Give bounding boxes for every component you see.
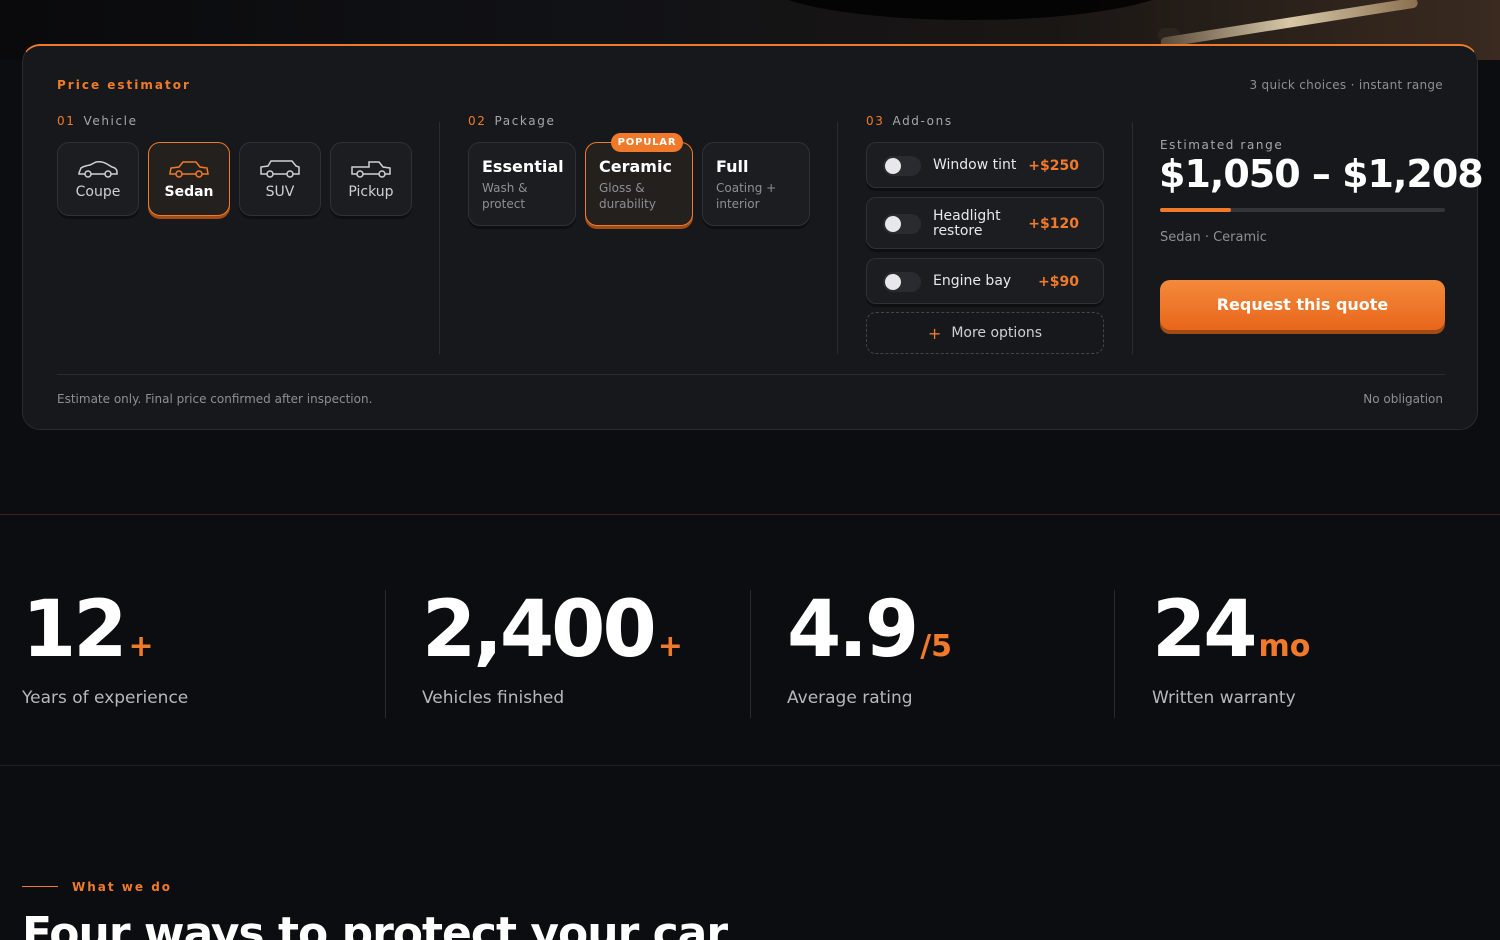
stat-divider bbox=[1114, 590, 1115, 718]
no-obligation-note: No obligation bbox=[1363, 392, 1443, 406]
stat-value: 2,400 bbox=[422, 585, 657, 675]
addon-toggle[interactable] bbox=[883, 156, 921, 176]
stats-bottom-border bbox=[0, 765, 1500, 766]
stats-top-border bbox=[0, 514, 1500, 515]
stat-label: Written warranty bbox=[1152, 688, 1296, 708]
more-options-label: More options bbox=[951, 325, 1043, 341]
package-name: Essential bbox=[482, 157, 564, 176]
plus-icon: + bbox=[927, 323, 942, 343]
addon-price: +$250 bbox=[1028, 158, 1079, 174]
package-description: Wash & protect bbox=[482, 181, 528, 211]
range-indicator bbox=[1160, 208, 1445, 212]
vehicle-option-sedan[interactable]: Sedan bbox=[148, 142, 230, 216]
package-name: Full bbox=[716, 157, 749, 176]
package-description: Gloss & durability bbox=[599, 181, 656, 211]
estimator-hint: 3 quick choices · instant range bbox=[1249, 78, 1443, 92]
vehicle-section-title: Vehicle bbox=[83, 114, 138, 128]
addons-section-label: 03 Add-ons bbox=[866, 114, 953, 128]
package-option-essential[interactable]: Essential Wash & protect bbox=[468, 142, 576, 226]
addon-price: +$90 bbox=[1038, 274, 1079, 290]
what-we-do-label: What we do bbox=[72, 880, 173, 894]
vehicle-option-label: Sedan bbox=[164, 184, 214, 200]
stat-vehicles-finished: 2,400 + Vehicles finished bbox=[422, 588, 683, 708]
selection-summary: Sedan · Ceramic bbox=[1160, 230, 1267, 245]
addon-toggle[interactable] bbox=[883, 214, 921, 234]
package-section-title: Package bbox=[494, 114, 556, 128]
stat-value: 12 bbox=[22, 585, 128, 675]
suv-icon bbox=[260, 160, 300, 178]
package-description: Coating + interior bbox=[716, 181, 777, 211]
stat-value: 4.9 bbox=[787, 585, 919, 675]
vehicle-option-label: SUV bbox=[265, 184, 295, 200]
addon-name: Engine bay bbox=[933, 273, 1012, 289]
stat-years-experience: 12 + Years of experience bbox=[22, 588, 188, 708]
estimate-disclaimer: Estimate only. Final price confirmed aft… bbox=[57, 392, 373, 406]
footer-divider bbox=[57, 374, 1445, 375]
stat-suffix: /5 bbox=[920, 629, 953, 664]
addon-name: Headlight restore bbox=[933, 208, 1001, 239]
package-section-label: 02 Package bbox=[468, 114, 555, 128]
addons-section-number: 03 bbox=[866, 114, 885, 128]
section-eyebrow-line bbox=[22, 886, 58, 887]
vehicle-option-label: Pickup bbox=[348, 184, 394, 200]
addon-headlight-restore[interactable]: Headlight restore +$120 bbox=[866, 197, 1104, 249]
stat-suffix: + bbox=[657, 629, 683, 664]
vehicle-option-label: Coupe bbox=[75, 184, 121, 200]
package-name: Ceramic bbox=[599, 157, 672, 176]
package-option-full[interactable]: Full Coating + interior bbox=[702, 142, 810, 226]
section-divider bbox=[439, 122, 440, 354]
section-divider bbox=[1132, 122, 1133, 354]
vehicle-section-number: 01 bbox=[57, 114, 76, 128]
package-section-number: 02 bbox=[468, 114, 487, 128]
stat-suffix: + bbox=[128, 629, 154, 664]
stat-label: Years of experience bbox=[22, 688, 189, 708]
addon-engine-bay[interactable]: Engine bay +$90 bbox=[866, 258, 1104, 304]
sedan-icon bbox=[169, 161, 209, 178]
vehicle-option-suv[interactable]: SUV bbox=[239, 142, 321, 216]
stat-label: Vehicles finished bbox=[422, 688, 565, 708]
stat-divider bbox=[385, 590, 386, 718]
stat-value: 24 bbox=[1152, 585, 1258, 675]
stat-divider bbox=[750, 590, 751, 718]
what-we-do-title: Four ways to protect your car bbox=[22, 908, 728, 940]
vehicle-option-coupe[interactable]: Coupe bbox=[57, 142, 139, 216]
stat-average-rating: 4.9/5 Average rating bbox=[787, 588, 952, 708]
addon-name: Window tint bbox=[933, 157, 1017, 173]
estimated-range-value: $1,050 – $1,208 bbox=[1159, 152, 1484, 196]
popular-badge: POPULAR bbox=[611, 133, 683, 152]
estimator-title: Price estimator bbox=[57, 78, 191, 92]
addon-toggle[interactable] bbox=[883, 272, 921, 292]
addon-window-tint[interactable]: Window tint +$250 bbox=[866, 142, 1104, 188]
vehicle-option-pickup[interactable]: Pickup bbox=[330, 142, 412, 216]
coupe-icon bbox=[78, 161, 118, 178]
stat-label: Average rating bbox=[787, 688, 913, 708]
request-quote-button[interactable]: Request this quote bbox=[1160, 280, 1445, 330]
section-divider bbox=[837, 122, 838, 354]
addons-section-title: Add-ons bbox=[892, 114, 953, 128]
pickup-icon bbox=[351, 161, 391, 178]
package-option-ceramic[interactable]: POPULAR Ceramic Gloss & durability bbox=[585, 133, 693, 226]
more-options-button[interactable]: + More options bbox=[866, 312, 1104, 354]
stat-written-warranty: 24 mo Written warranty bbox=[1152, 588, 1310, 708]
vehicle-section-label: 01 Vehicle bbox=[57, 114, 138, 128]
estimated-range-label: Estimated range bbox=[1160, 138, 1284, 152]
range-indicator-fill bbox=[1160, 208, 1232, 212]
stat-suffix: mo bbox=[1258, 629, 1311, 664]
price-estimator-card: Price estimator 3 quick choices · instan… bbox=[22, 44, 1484, 430]
addon-price: +$120 bbox=[1028, 216, 1079, 232]
